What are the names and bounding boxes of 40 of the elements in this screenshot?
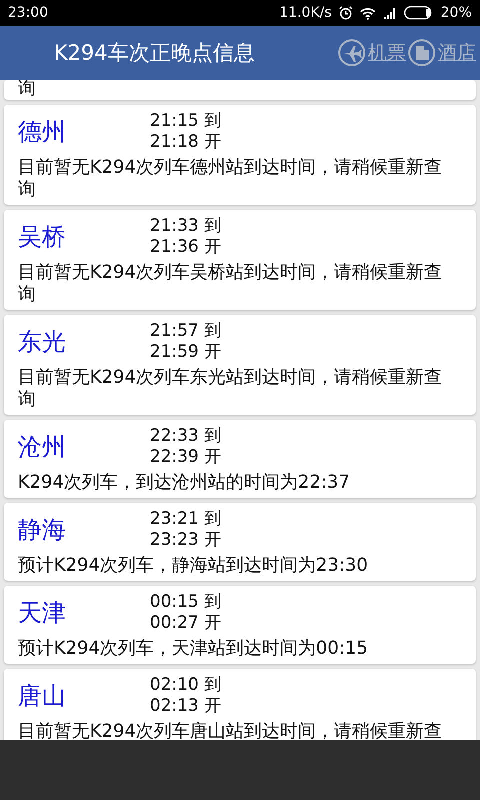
plane-icon [338, 39, 366, 67]
arrive-time: 02:10 到 [150, 675, 222, 696]
signal-icon [382, 7, 397, 19]
depart-time: 21:18 开 [150, 132, 222, 153]
alarm-icon [338, 6, 353, 20]
network-speed: 11.0K/s [280, 5, 332, 21]
status-time: 23:00 [8, 5, 48, 21]
battery-icon [404, 6, 434, 20]
arrive-time: 21:33 到 [150, 216, 222, 237]
station-name: 东光 [18, 327, 67, 358]
hotel-icon [408, 39, 436, 67]
arrive-time: 21:15 到 [150, 111, 222, 132]
arrive-time: 22:33 到 [150, 426, 222, 447]
depart-time: 23:23 开 [150, 530, 222, 551]
page-title: K294车次正晚点信息 [54, 40, 256, 67]
arrival-note: 目前暂无K294次列车唐山站到达时间，请稍候重新查 [18, 721, 444, 740]
depart-time: 22:39 开 [150, 447, 222, 468]
header-link[interactable]: 机票 [338, 39, 406, 67]
station-name: 吴桥 [18, 222, 67, 253]
arrival-note: 目前暂无K294次列车东光站到达时间，请稍候重新查询 [18, 367, 444, 411]
arrival-note: 目前暂无K294次列车吴桥站到达时间，请稍候重新查询 [18, 262, 444, 306]
station-name: 德州 [18, 117, 67, 148]
arrival-note: 目前暂无K294次列车德州站到达时间，请稍候重新查询 [18, 157, 444, 201]
arrive-time: 00:15 到 [150, 592, 222, 613]
depart-time: 02:13 开 [150, 696, 222, 717]
arrival-note: K294次列车，到达沧州站的时间为22:37 [18, 472, 352, 494]
station-name: 唐山 [18, 681, 67, 712]
battery-percent: 20% [440, 5, 472, 21]
wifi-icon [360, 6, 376, 20]
arrival-note: 预计K294次列车，天津站到达时间为00:15 [18, 638, 370, 660]
header-link[interactable]: 酒店 [408, 39, 476, 67]
depart-time: 00:27 开 [150, 613, 222, 634]
arrive-time: 23:21 到 [150, 509, 222, 530]
depart-time: 21:36 开 [150, 237, 222, 258]
station-name: 天津 [18, 598, 67, 629]
station-name: 沧州 [18, 432, 67, 463]
depart-time: 21:59 开 [150, 342, 222, 363]
arrive-time: 21:57 到 [150, 321, 222, 342]
station-name: 静海 [18, 515, 67, 546]
arrival-note: 预计K294次列车，静海站到达时间为23:30 [18, 555, 370, 577]
